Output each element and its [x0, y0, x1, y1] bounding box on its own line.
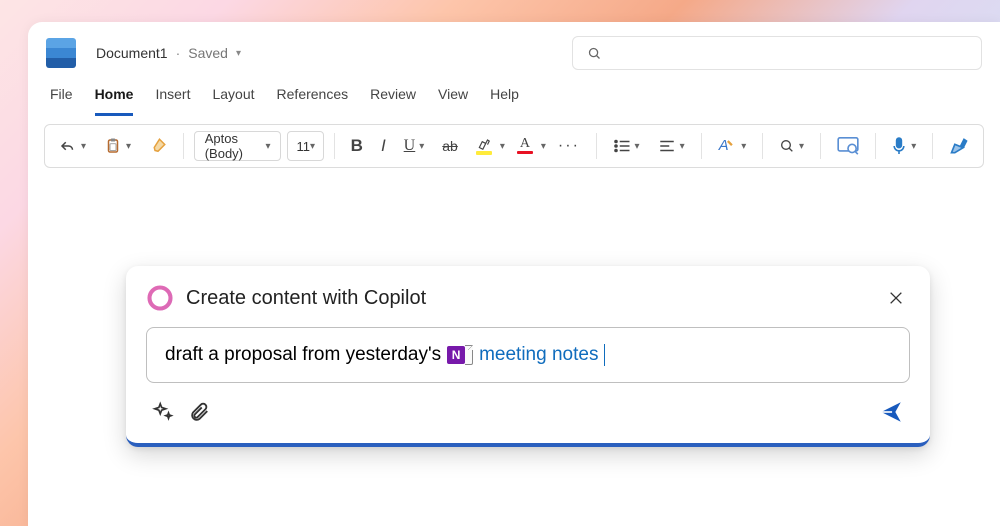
styles-button[interactable]: A ▾	[711, 133, 752, 159]
svg-text:A: A	[718, 138, 729, 154]
dictate-button[interactable]: ▾	[885, 132, 922, 160]
menu-references[interactable]: References	[277, 84, 349, 116]
chevron-down-icon: ▾	[126, 141, 131, 152]
strikethrough-button[interactable]: ab	[436, 134, 464, 158]
more-formatting-button[interactable]: ···	[552, 133, 586, 159]
close-icon	[888, 290, 904, 306]
italic-button[interactable]: I	[375, 132, 392, 160]
copilot-prompt-input[interactable]: draft a proposal from yesterday's N meet…	[146, 327, 910, 383]
pen-icon	[949, 136, 969, 156]
chevron-down-icon[interactable]: ▾	[500, 141, 505, 152]
menu-help[interactable]: Help	[490, 84, 519, 116]
chevron-down-icon: ▾	[911, 141, 916, 152]
copilot-logo-icon	[146, 284, 174, 312]
paperclip-icon	[188, 401, 210, 423]
menu-home[interactable]: Home	[95, 84, 134, 116]
separator	[932, 133, 933, 159]
highlight-button[interactable]	[470, 134, 498, 159]
paintbrush-icon	[149, 137, 167, 155]
inspire-button[interactable]	[152, 401, 174, 423]
send-button[interactable]	[878, 399, 904, 425]
paste-button[interactable]: ▾	[98, 132, 137, 160]
menu-review[interactable]: Review	[370, 84, 416, 116]
separator	[820, 133, 821, 159]
separator	[596, 133, 597, 159]
underline-button[interactable]: U▾	[398, 133, 431, 159]
styles-icon: A	[717, 137, 737, 155]
bold-button[interactable]: B	[345, 132, 369, 160]
chevron-down-icon: ▾	[741, 141, 746, 152]
title-separator: ·	[176, 45, 181, 61]
send-icon	[878, 399, 904, 425]
undo-icon	[59, 137, 77, 155]
ink-button[interactable]	[943, 132, 975, 160]
separator	[183, 133, 184, 159]
copilot-actions	[146, 383, 910, 443]
onenote-icon: N	[447, 346, 465, 364]
close-button[interactable]	[882, 286, 910, 310]
save-status: Saved	[188, 45, 228, 61]
chevron-down-icon: ▾	[419, 141, 424, 152]
copilot-panel: Create content with Copilot draft a prop…	[126, 266, 930, 447]
font-name-combo[interactable]: Aptos (Body) ▾	[194, 131, 282, 161]
font-size-combo[interactable]: 11 ▾	[287, 131, 324, 161]
document-name: Document1	[96, 45, 168, 61]
undo-button[interactable]: ▾	[53, 133, 92, 159]
chevron-down-icon[interactable]: ▾	[541, 141, 546, 152]
prompt-text: draft a proposal from yesterday's	[165, 344, 441, 366]
search-icon	[587, 46, 602, 61]
bullets-button[interactable]: ▾	[607, 134, 646, 158]
attach-button[interactable]	[188, 401, 210, 423]
ribbon-toolbar: ▾ ▾ Aptos (Body) ▾ 11 ▾ B I U▾ ab ▾ A	[44, 124, 984, 168]
menu-layout[interactable]: Layout	[212, 84, 254, 116]
copilot-title: Create content with Copilot	[186, 287, 426, 310]
onenote-attachment-chip[interactable]: N	[447, 345, 473, 365]
prompt-link-text: meeting notes	[479, 344, 598, 366]
document-title-area[interactable]: Document1 · Saved ▾	[96, 45, 241, 61]
menu-file[interactable]: File	[50, 84, 73, 116]
search-icon	[779, 138, 795, 154]
chevron-down-icon: ▾	[680, 141, 685, 152]
font-color-button[interactable]: A	[511, 134, 539, 158]
separator	[762, 133, 763, 159]
separator	[334, 133, 335, 159]
copilot-header: Create content with Copilot	[146, 284, 910, 312]
chevron-down-icon: ▾	[799, 141, 804, 152]
microphone-icon	[891, 136, 907, 156]
app-window: Document1 · Saved ▾ File Home Insert Lay…	[28, 22, 1000, 526]
chevron-down-icon: ▾	[310, 141, 315, 152]
menu-bar: File Home Insert Layout References Revie…	[28, 84, 1000, 116]
page-icon	[465, 345, 473, 365]
search-input[interactable]	[572, 36, 982, 70]
format-painter-button[interactable]	[143, 133, 173, 159]
bullet-list-icon	[613, 138, 631, 154]
word-logo-icon	[46, 38, 76, 68]
menu-view[interactable]: View	[438, 84, 468, 116]
chevron-down-icon: ▾	[81, 141, 86, 152]
separator	[875, 133, 876, 159]
find-button[interactable]: ▾	[773, 134, 810, 158]
menu-insert[interactable]: Insert	[155, 84, 190, 116]
alignment-button[interactable]: ▾	[652, 134, 691, 158]
highlighter-icon	[477, 138, 491, 150]
align-icon	[658, 138, 676, 154]
sparkle-icon	[152, 401, 174, 423]
editor-button[interactable]	[831, 133, 865, 159]
title-bar: Document1 · Saved ▾	[28, 22, 1000, 84]
chevron-down-icon[interactable]: ▾	[236, 48, 241, 59]
editor-icon	[837, 137, 859, 155]
chevron-down-icon: ▾	[265, 141, 270, 152]
clipboard-icon	[104, 136, 122, 156]
chevron-down-icon: ▾	[635, 141, 640, 152]
separator	[701, 133, 702, 159]
text-cursor	[604, 344, 605, 366]
